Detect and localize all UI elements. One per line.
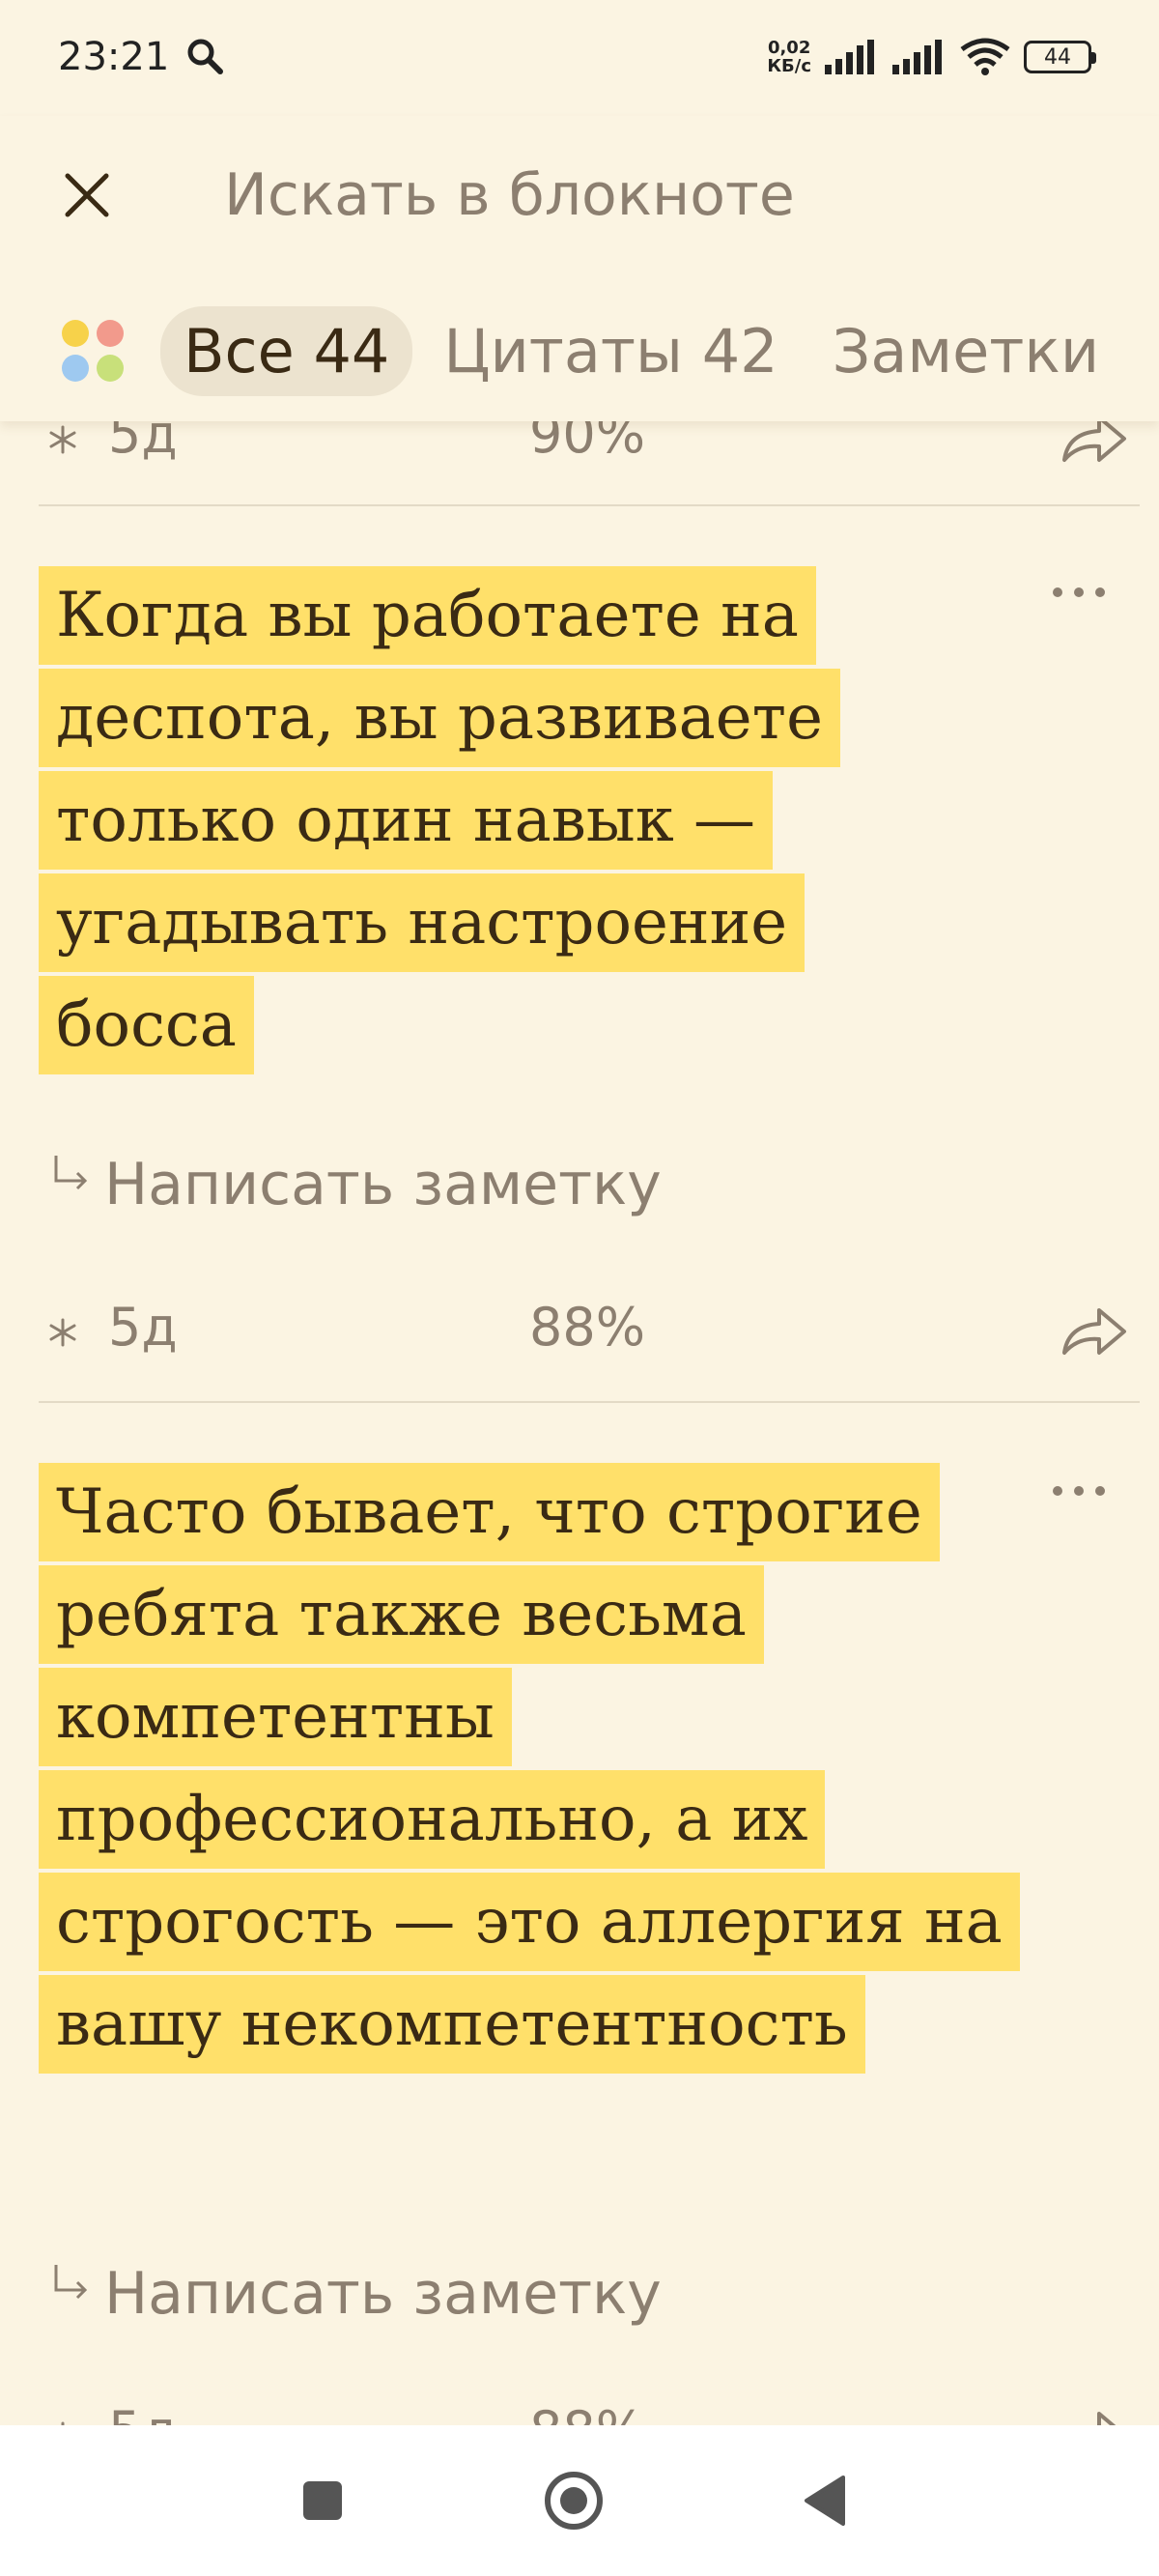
divider [39,504,1140,506]
filter-tab-quotes[interactable]: Цитаты 42 [420,306,801,396]
color-dot [62,355,89,382]
back-triangle-icon [805,2476,845,2526]
close-icon[interactable] [56,164,118,226]
quote-highlight: Когда вы работаете на деспота, вы развив… [39,566,840,1074]
share-icon[interactable] [1055,1297,1132,1364]
back-button[interactable] [786,2462,863,2539]
square-icon [303,2481,342,2520]
home-circle-icon [545,2472,603,2530]
color-dot [97,320,124,347]
recents-button[interactable] [284,2462,361,2539]
color-dot [97,355,124,382]
system-navigation-bar [0,2425,1159,2576]
star-icon[interactable] [39,2412,87,2425]
reading-progress: 88% [529,2400,645,2425]
color-dot [62,320,89,347]
write-note-link[interactable]: Написать заметку [48,1146,662,1223]
quote-text[interactable]: Часто бывает, что строгие ребята также в… [39,1461,1020,2075]
divider [39,1401,1140,1403]
more-options-icon[interactable] [1045,578,1113,607]
filter-tab-notes[interactable]: Заметки [809,306,1123,396]
quote-text[interactable]: Когда вы работаете на деспота, вы развив… [39,564,1004,1076]
write-note-label: Написать заметку [104,1151,662,1218]
write-note-link[interactable]: Написать заметку [48,2255,662,2333]
more-options-icon[interactable] [1045,1476,1113,1505]
quote-age: 5д [108,2400,178,2425]
quote-meta-row: 5д 88% [39,2400,1140,2425]
home-button[interactable] [535,2462,612,2539]
corner-arrow-icon [54,2265,88,2300]
filter-tabs: Все 44 Цитаты 42 Заметки [0,298,1159,404]
share-icon[interactable] [1055,2400,1132,2425]
quote-age: 5д [108,1297,178,1358]
quote-highlight: Часто бывает, что строгие ребята также в… [39,1463,1020,2074]
color-filter-icon[interactable] [58,316,127,386]
reading-progress: 88% [529,1297,646,1358]
search-header: Все 44 Цитаты 42 Заметки [0,116,1159,421]
filter-tab-all[interactable]: Все 44 [160,305,413,396]
corner-arrow-icon [54,1156,88,1190]
star-icon[interactable] [39,415,87,464]
write-note-label: Написать заметку [104,2260,662,2328]
quote-meta-row: 5д 88% [39,1297,1140,1364]
star-icon[interactable] [39,1308,87,1357]
search-input[interactable] [224,155,1093,236]
